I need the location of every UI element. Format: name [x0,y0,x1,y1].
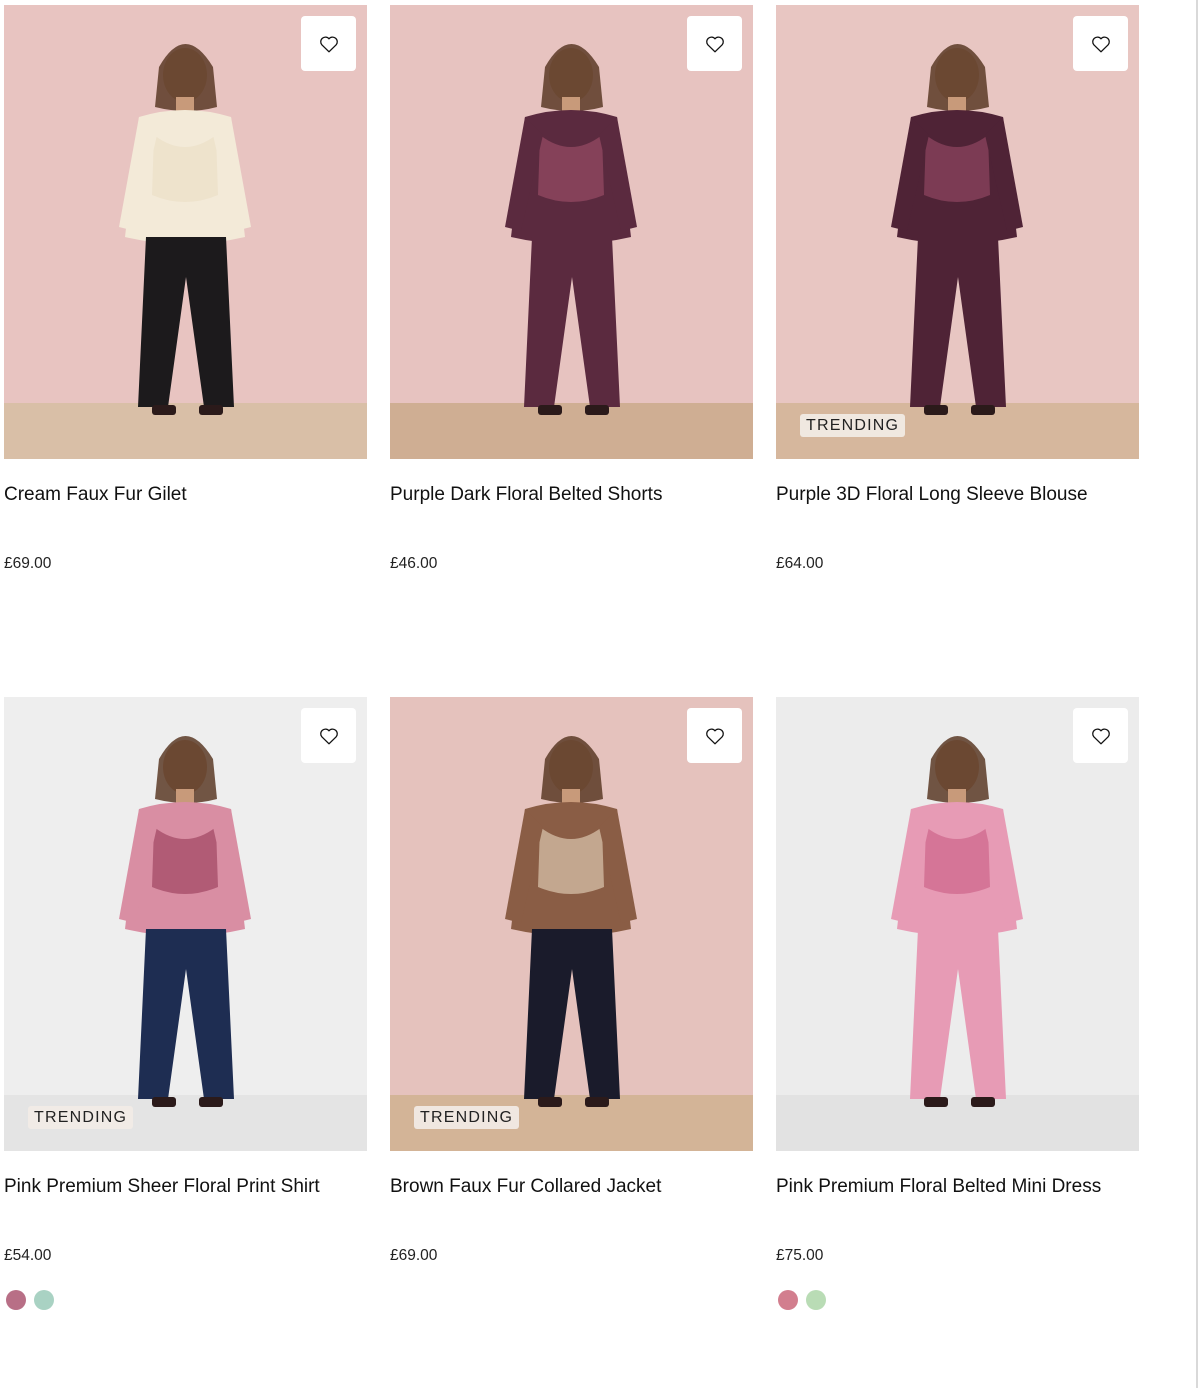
product-card[interactable]: Purple Dark Floral Belted Shorts £46.00 [390,5,753,697]
colour-swatches [778,1290,826,1310]
wishlist-button[interactable] [1073,708,1128,763]
wishlist-button[interactable] [1073,16,1128,71]
wishlist-button[interactable] [687,708,742,763]
colour-swatches [6,1290,54,1310]
product-image[interactable]: TRENDING [4,697,367,1151]
page-edge-divider [1196,0,1198,1388]
product-card[interactable]: Pink Premium Floral Belted Mini Dress £7… [776,697,1139,1388]
product-card[interactable]: TRENDING Purple 3D Floral Long Sleeve Bl… [776,5,1139,697]
colour-swatch[interactable] [778,1290,798,1310]
product-title[interactable]: Purple Dark Floral Belted Shorts [390,484,662,506]
product-title[interactable]: Brown Faux Fur Collared Jacket [390,1176,661,1198]
heart-outline-icon [319,36,338,52]
wishlist-button[interactable] [687,16,742,71]
product-title[interactable]: Purple 3D Floral Long Sleeve Blouse [776,484,1088,506]
product-price: £54.00 [4,1247,52,1264]
colour-swatch[interactable] [806,1290,826,1310]
trending-badge: TRENDING [414,1106,520,1129]
trending-badge: TRENDING [800,414,906,437]
product-image[interactable]: TRENDING [390,697,753,1151]
product-price: £69.00 [4,555,52,572]
product-card[interactable]: TRENDING Pink Premium Sheer Floral Print… [4,697,367,1388]
product-card[interactable]: TRENDING Brown Faux Fur Collared Jacket … [390,697,753,1388]
heart-outline-icon [1091,36,1110,52]
heart-outline-icon [705,728,724,744]
colour-swatch[interactable] [6,1290,26,1310]
product-image[interactable] [776,697,1139,1151]
heart-outline-icon [1091,728,1110,744]
heart-outline-icon [705,36,724,52]
product-price: £69.00 [390,1247,438,1264]
product-price: £75.00 [776,1247,824,1264]
product-title[interactable]: Cream Faux Fur Gilet [4,484,187,506]
product-title[interactable]: Pink Premium Floral Belted Mini Dress [776,1176,1101,1198]
product-card[interactable]: Cream Faux Fur Gilet £69.00 [4,5,367,697]
wishlist-button[interactable] [301,16,356,71]
product-grid: Cream Faux Fur Gilet £69.00 Purple Dark … [4,5,1139,1388]
product-title[interactable]: Pink Premium Sheer Floral Print Shirt [4,1176,320,1198]
product-image[interactable]: TRENDING [776,5,1139,459]
product-image[interactable] [4,5,367,459]
colour-swatch[interactable] [34,1290,54,1310]
product-price: £64.00 [776,555,824,572]
product-price: £46.00 [390,555,438,572]
wishlist-button[interactable] [301,708,356,763]
trending-badge: TRENDING [28,1106,134,1129]
heart-outline-icon [319,728,338,744]
product-image[interactable] [390,5,753,459]
